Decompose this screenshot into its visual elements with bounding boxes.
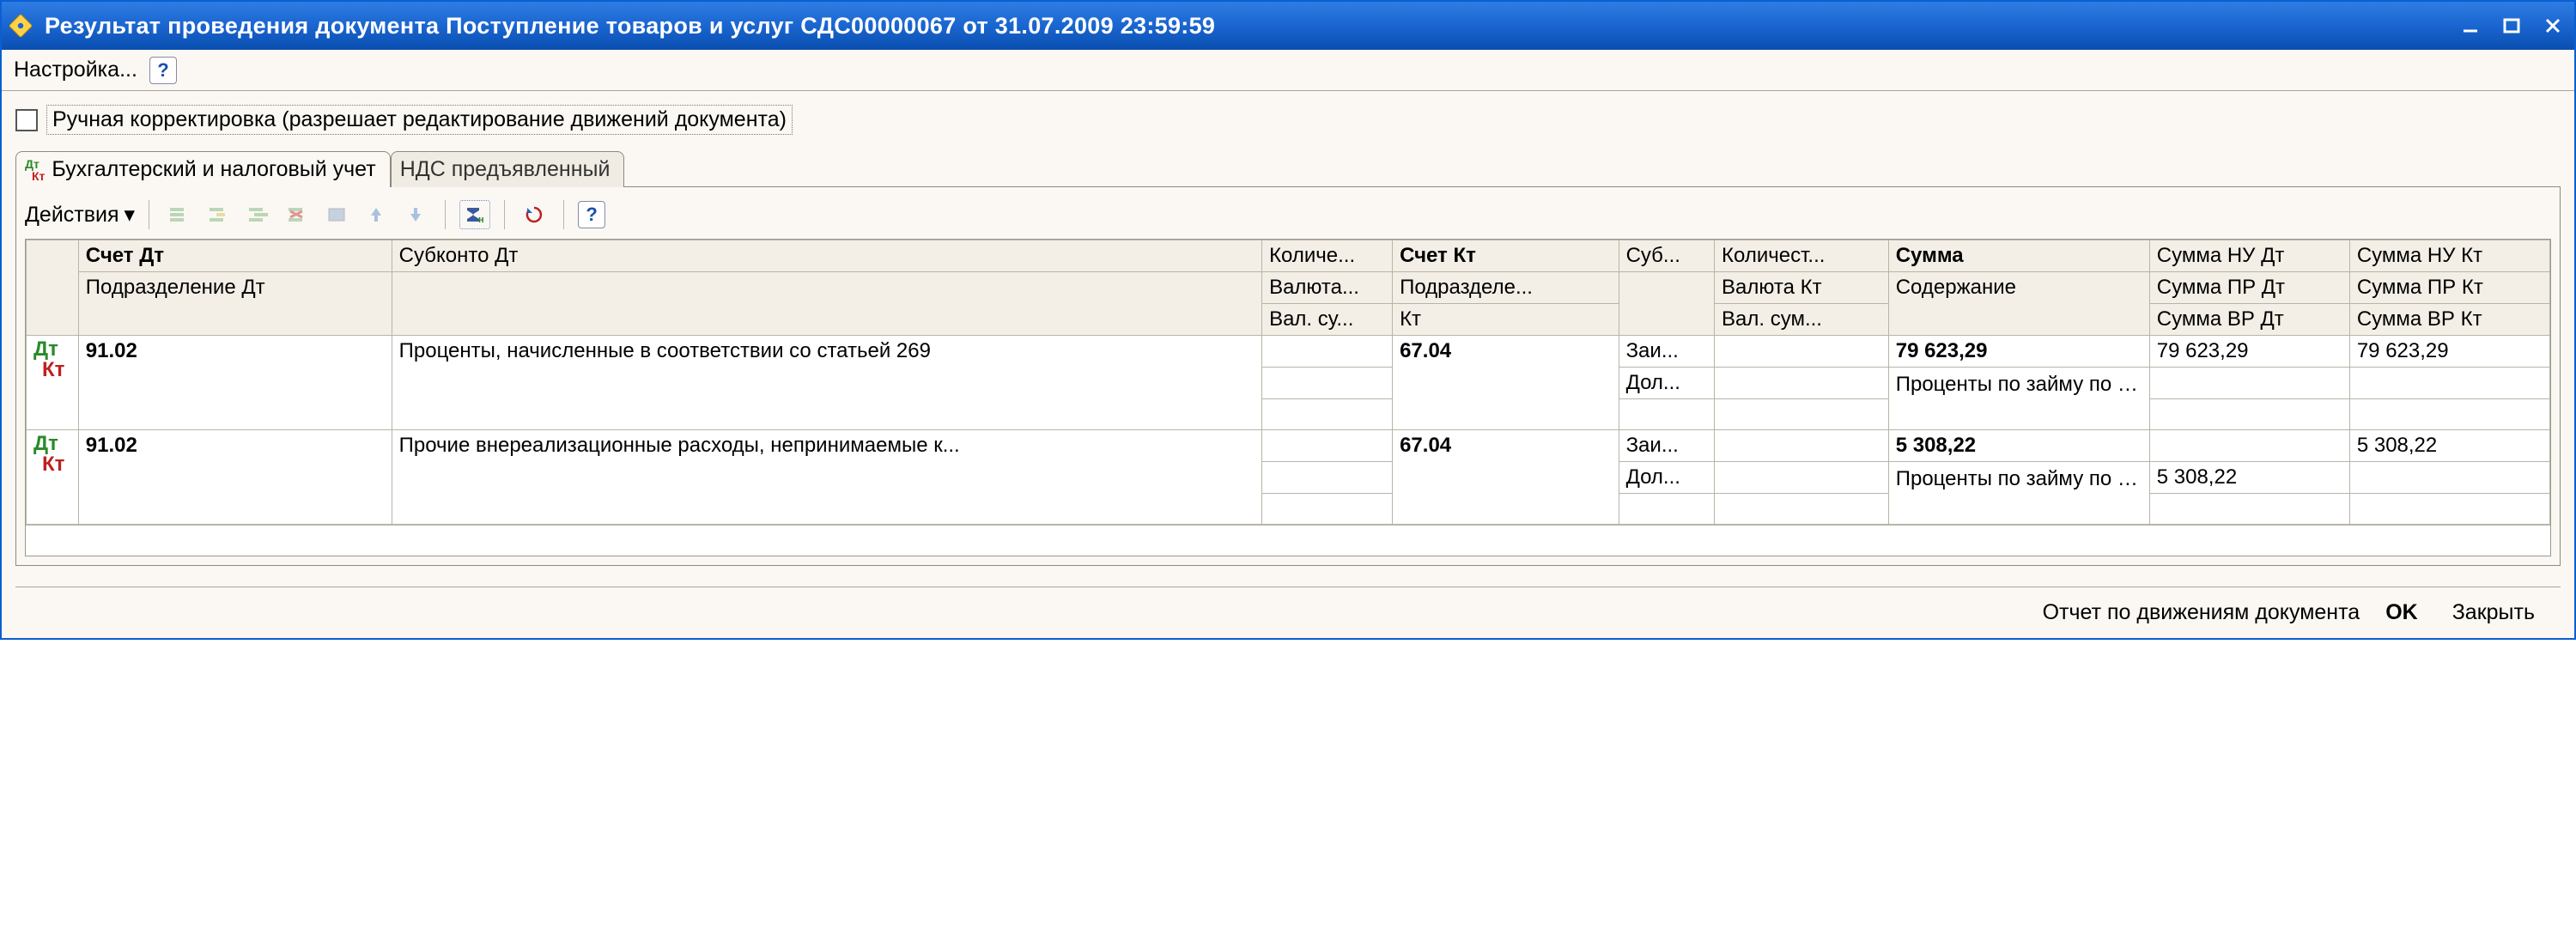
move-down-icon[interactable] (400, 200, 431, 229)
col-qty-kt[interactable]: Количест... (1715, 240, 1889, 272)
ok-button[interactable]: OK (2377, 597, 2427, 629)
tab-vat-label: НДС предъявленный (400, 157, 611, 182)
cell-descr: Проценты по займу по вх.д. от (1888, 368, 2149, 430)
tab-accounting-label: Бухгалтерский и налоговый учет (52, 157, 375, 182)
cell-nu-kt: 79 623,29 (2349, 336, 2549, 368)
chevron-down-icon: ▾ (125, 202, 136, 228)
edit-row-icon[interactable] (321, 200, 352, 229)
close-button[interactable] (2540, 13, 2566, 39)
insert-row-icon[interactable] (203, 200, 234, 229)
titlebar: Результат проведения документа Поступлен… (2, 2, 2574, 50)
cell-subk-dt: Проценты, начисленные в соответствии со … (392, 336, 1261, 430)
add-row-icon[interactable] (163, 200, 194, 229)
cell-nu-dt: 79 623,29 (2149, 336, 2349, 368)
cell-subk-kt-2: Дол... (1619, 368, 1714, 399)
col-cur-kt[interactable]: Валюта Кт (1715, 272, 1889, 304)
accounting-grid[interactable]: Счет Дт Субконто Дт Количе... Счет Кт Су… (25, 239, 2551, 556)
toolbar-separator (445, 200, 446, 229)
window-title: Результат проведения документа Поступлен… (45, 13, 2458, 40)
col-curamt-kt[interactable]: Вал. сум... (1715, 304, 1889, 336)
minimize-button[interactable] (2458, 13, 2483, 39)
grid-footer (26, 525, 2550, 556)
tab-panel: Действия ▾ (15, 186, 2561, 566)
col-acct-kt[interactable]: Счет Кт (1393, 240, 1619, 272)
col-vr-kt[interactable]: Сумма ВР Кт (2349, 304, 2549, 336)
menu-settings[interactable]: Настройка... (14, 58, 137, 82)
cell-subk-kt-1: Заи... (1619, 336, 1714, 368)
grid-header-row-1: Счет Дт Субконто Дт Количе... Счет Кт Су… (27, 240, 2550, 272)
refresh-icon[interactable] (519, 200, 550, 229)
menubar: Настройка... ? (2, 50, 2574, 91)
col-amount[interactable]: Сумма (1888, 240, 2149, 272)
col-vr-dt[interactable]: Сумма ВР Дт (2149, 304, 2349, 336)
cell-acct-dt: 91.02 (78, 430, 392, 525)
col-kt[interactable]: Кт (1393, 304, 1619, 336)
dtkt-icon: ДтКт (25, 158, 45, 182)
cell-acct-kt: 67.04 (1393, 336, 1619, 430)
close-button-bottom[interactable]: Закрыть (2444, 597, 2543, 629)
panel-toolbar: Действия ▾ (25, 196, 2551, 234)
col-qty-dt[interactable]: Количе... (1262, 240, 1393, 272)
col-curamt-dt[interactable]: Вал. су... (1262, 304, 1393, 336)
grid-header-row-2: Подразделение Дт Валюта... Подразделе...… (27, 272, 2550, 304)
table-row[interactable]: ДтКт 91.02 Прочие внереализационные расх… (27, 430, 2550, 462)
manual-edit-checkbox[interactable] (15, 109, 38, 131)
manual-edit-label: Ручная корректировка (разрешает редактир… (46, 105, 793, 135)
delete-row-icon[interactable] (282, 200, 313, 229)
tab-accounting[interactable]: ДтКт Бухгалтерский и налоговый учет (15, 151, 391, 187)
cell-acct-dt: 91.02 (78, 336, 392, 430)
col-nu-dt[interactable]: Сумма НУ Дт (2149, 240, 2349, 272)
col-acct-dt[interactable]: Счет Дт (78, 240, 392, 272)
cell-subk-dt: Прочие внереализационные расходы, неприн… (392, 430, 1261, 525)
col-cur-dt[interactable]: Валюта... (1262, 272, 1393, 304)
col-subk-dt[interactable]: Субконто Дт (392, 240, 1261, 272)
toolbar-separator (504, 200, 505, 229)
help-icon[interactable]: ? (149, 57, 177, 84)
window-frame: Результат проведения документа Поступлен… (0, 0, 2576, 640)
cell-nu-kt: 5 308,22 (2349, 430, 2549, 462)
col-subk-kt[interactable]: Суб... (1619, 240, 1714, 272)
cell-subk-kt-1: Заи... (1619, 430, 1714, 462)
col-dept-dt[interactable]: Подразделение Дт (78, 272, 392, 336)
tab-vat[interactable]: НДС предъявленный (391, 151, 625, 187)
row-icon: ДтКт (27, 430, 79, 525)
cell-amount: 79 623,29 (1888, 336, 2149, 368)
manual-edit-row: Ручная корректировка (разрешает редактир… (15, 105, 2561, 135)
table-row[interactable]: ДтКт 91.02 Проценты, начисленные в соотв… (27, 336, 2550, 368)
content-area: Ручная корректировка (разрешает редактир… (2, 91, 2574, 638)
col-pr-kt[interactable]: Сумма ПР Кт (2349, 272, 2549, 304)
cell-descr: Проценты по займу по вх.д. от (1888, 462, 2149, 525)
cell-amount: 5 308,22 (1888, 430, 2149, 462)
maximize-button[interactable] (2499, 13, 2524, 39)
toolbar-separator (563, 200, 564, 229)
sum-icon[interactable]: н (459, 200, 490, 229)
help-icon[interactable]: ? (578, 201, 605, 228)
col-dept-kt[interactable]: Подразделе... (1393, 272, 1619, 304)
window-controls (2458, 13, 2566, 39)
actions-label: Действия (25, 203, 119, 228)
tabs-bar: ДтКт Бухгалтерский и налоговый учет НДС … (15, 147, 2561, 186)
col-nu-kt[interactable]: Сумма НУ Кт (2349, 240, 2549, 272)
svg-text:н: н (478, 215, 484, 225)
app-icon (9, 14, 33, 38)
col-descr[interactable]: Содержание (1888, 272, 2149, 336)
cell-acct-kt: 67.04 (1393, 430, 1619, 525)
report-link[interactable]: Отчет по движениям документа (2043, 600, 2360, 625)
button-bar: Отчет по движениям документа OK Закрыть (15, 587, 2561, 638)
cell-subk-kt-2: Дол... (1619, 462, 1714, 494)
cell-pr-dt: 5 308,22 (2149, 462, 2349, 494)
col-pr-dt[interactable]: Сумма ПР Дт (2149, 272, 2349, 304)
row-icon: ДтКт (27, 336, 79, 430)
actions-dropdown[interactable]: Действия ▾ (25, 202, 135, 228)
clone-row-icon[interactable] (242, 200, 273, 229)
move-up-icon[interactable] (361, 200, 392, 229)
